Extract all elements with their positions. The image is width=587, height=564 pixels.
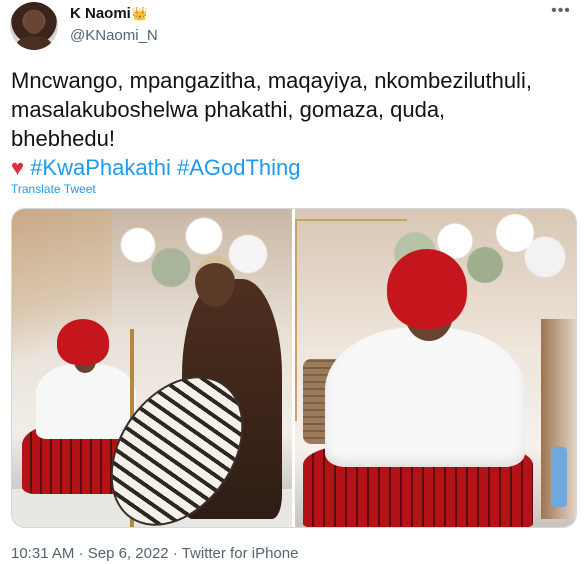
- tweet-header: K Naomi👑 @KNaomi_N •••: [10, 2, 577, 50]
- author-names: K Naomi👑 @KNaomi_N: [70, 4, 158, 46]
- tweet-time[interactable]: 10:31 AM: [11, 545, 74, 562]
- flower-arrangement: [72, 209, 292, 299]
- media-grid: [11, 208, 577, 528]
- tweet-text-line: Mncwango, mpangazitha, maqayiya, nkombez…: [11, 68, 532, 93]
- tweet-card: K Naomi👑 @KNaomi_N ••• Mncwango, mpangaz…: [0, 0, 587, 563]
- display-name[interactable]: K Naomi👑: [70, 4, 148, 24]
- hashtag-line: ♥ #KwaPhakathi #AGodThing: [11, 153, 576, 182]
- tweet-text: Mncwango, mpangazitha, maqayiya, nkombez…: [11, 66, 576, 182]
- tweet-source[interactable]: Twitter for iPhone: [182, 545, 299, 562]
- tweet-text-line: masalakuboshelwa phakathi, gomaza, quda,: [11, 97, 446, 122]
- avatar[interactable]: [10, 2, 58, 50]
- hashtag-agodthing[interactable]: #AGodThing: [177, 155, 301, 180]
- hashtag-kwaphakathi[interactable]: #KwaPhakathi: [30, 155, 171, 180]
- heart-emoji: ♥: [11, 155, 25, 180]
- avatar-face: [24, 10, 44, 34]
- bride-shawl: [325, 327, 525, 467]
- crown-emoji: 👑: [131, 6, 149, 21]
- translate-tweet-link[interactable]: Translate Tweet: [11, 181, 96, 197]
- bride-shawl: [36, 364, 136, 439]
- photo-bride-portrait[interactable]: [295, 209, 576, 527]
- avatar-shoulders: [16, 36, 52, 50]
- groom-head: [195, 255, 235, 307]
- tweet-date[interactable]: Sep 6, 2022: [88, 545, 169, 562]
- bride-headwrap: [57, 319, 109, 365]
- more-options-icon[interactable]: •••: [551, 3, 571, 24]
- tweet-text-line: bhebhedu!: [11, 126, 115, 151]
- water-bottle: [551, 447, 567, 507]
- bride-headwrap: [387, 249, 467, 329]
- tweet-meta: 10:31 AM · Sep 6, 2022 · Twitter for iPh…: [11, 544, 298, 564]
- photo-ceremony-couple[interactable]: [12, 209, 292, 527]
- user-handle[interactable]: @KNaomi_N: [70, 26, 158, 46]
